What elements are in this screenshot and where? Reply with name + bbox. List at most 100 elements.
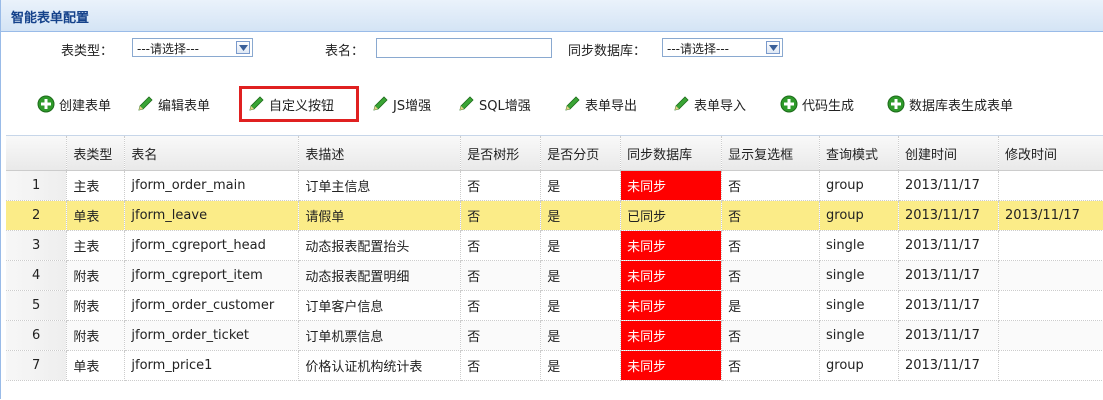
table-cell: 是 [721, 290, 821, 321]
table-cell: 2013/11/17 [898, 320, 999, 351]
table-cell: group [819, 350, 899, 381]
table-cell: 未同步 [620, 170, 723, 201]
table-name-input[interactable] [376, 38, 552, 58]
sync-db-select[interactable]: ---请选择--- [662, 38, 783, 57]
table-cell: jform_cgreport_item [124, 260, 300, 291]
column-header[interactable]: 是否分页 [540, 136, 622, 171]
table-cell: 是 [540, 200, 622, 231]
column-header[interactable]: 创建时间 [898, 136, 999, 171]
table-cell: 否 [460, 290, 542, 321]
table-cell: 主表 [66, 230, 126, 261]
table-row[interactable]: 7 单表 jform_price1 价格认证机构统计表否是未同步否 group 2013/… [6, 350, 1103, 381]
column-header[interactable]: 是否树形 [460, 136, 542, 171]
js-enhance-button[interactable]: JS增强 [371, 88, 431, 120]
plus-circle-icon [780, 95, 798, 113]
table-row[interactable]: 3 主表 jform_cgreport_head 动态报表配置抬头否是未同步否 sing… [6, 230, 1103, 261]
table-cell: 否 [721, 170, 821, 201]
table-row[interactable]: 1 主表 jform_order_main 订单主信息否是未同步否 group 2013/… [6, 170, 1103, 201]
table-cell: 否 [460, 320, 542, 351]
table-cell: 否 [460, 170, 542, 201]
table-row[interactable]: 2 单表 jform_leave 请假单否是已同步否 group 2013/11/17 20… [6, 200, 1103, 231]
table-cell: single [819, 320, 899, 351]
table-cell: 订单机票信息 [298, 320, 462, 351]
table-cell [998, 170, 1103, 201]
row-number: 7 [6, 350, 68, 381]
table-cell: jform_leave [124, 200, 300, 231]
chevron-down-icon[interactable] [236, 41, 250, 54]
table-cell: 2013/11/17 [898, 230, 999, 261]
table-cell: 是 [540, 320, 622, 351]
sync-db-value: ---请选择--- [667, 42, 729, 56]
table-cell: 2013/11/17 [898, 200, 999, 231]
edit-form-label: 编辑表单 [158, 98, 211, 114]
table-cell: group [819, 200, 899, 231]
table-cell: 未同步 [620, 320, 723, 351]
table-cell: 订单主信息 [298, 170, 462, 201]
table-cell: 附表 [66, 320, 126, 351]
db-to-form-label: 数据库表生成表单 [909, 98, 1014, 114]
table-body: 1 主表 jform_order_main 订单主信息否是未同步否 group 2013/… [6, 170, 1103, 381]
column-header[interactable]: 表名 [124, 136, 300, 171]
plus-circle-icon [37, 95, 55, 113]
table-cell: 附表 [66, 260, 126, 291]
form-import-label: 表单导入 [694, 98, 747, 114]
table-cell: 动态报表配置明细 [298, 260, 462, 291]
table-cell: 订单客户信息 [298, 290, 462, 321]
column-header[interactable]: 查询模式 [819, 136, 899, 171]
table-cell: 否 [460, 200, 542, 231]
table-cell: 否 [460, 260, 542, 291]
table-cell: 主表 [66, 170, 126, 201]
edit-form-button[interactable]: 编辑表单 [136, 88, 210, 120]
table-cell: 动态报表配置抬头 [298, 230, 462, 261]
table-row[interactable]: 4 附表 jform_cgreport_item 动态报表配置明细否是未同步否 sing… [6, 260, 1103, 291]
table-cell: 未同步 [620, 260, 723, 291]
pencil-icon [371, 95, 389, 113]
sql-enhance-label: SQL增强 [479, 98, 531, 114]
form-import-button[interactable]: 表单导入 [672, 88, 746, 120]
table-type-value: ---请选择--- [137, 42, 199, 56]
table-cell: jform_price1 [124, 350, 300, 381]
column-header[interactable] [6, 136, 68, 171]
column-header[interactable]: 同步数据库 [620, 136, 723, 171]
table-cell: 2013/11/17 [898, 290, 999, 321]
db-to-form-button[interactable]: 数据库表生成表单 [887, 88, 1013, 120]
table-cell: 否 [721, 230, 821, 261]
form-table: 表类型 表名 表描述 是否树形 是否分页 同步数据库 显示复选框 查询模式 创建… [6, 136, 1103, 381]
table-cell: single [819, 290, 899, 321]
table-cell [998, 230, 1103, 261]
create-form-label: 创建表单 [59, 98, 112, 114]
toolbar: 创建表单 编辑表单 自定义按钮 JS增强 SQL增强 表单导出 表单导入 代码生… [1, 88, 1103, 120]
code-generate-label: 代码生成 [802, 98, 855, 114]
chevron-down-icon[interactable] [766, 41, 780, 54]
table-type-label: 表类型： [61, 44, 114, 59]
table-cell: 2013/11/17 [898, 260, 999, 291]
table-cell: 单表 [66, 200, 126, 231]
pencil-icon [672, 95, 690, 113]
table-cell: 价格认证机构统计表 [298, 350, 462, 381]
table-cell: jform_cgreport_head [124, 230, 300, 261]
row-number: 6 [6, 320, 68, 351]
table-cell: single [819, 230, 899, 261]
row-number: 4 [6, 260, 68, 291]
table-row[interactable]: 5 附表 jform_order_customer 订单客户信息否是未同步是 singl… [6, 290, 1103, 321]
table-cell [998, 350, 1103, 381]
column-header[interactable]: 表类型 [66, 136, 126, 171]
form-export-button[interactable]: 表单导出 [563, 88, 637, 120]
column-header[interactable]: 修改时间 [998, 136, 1103, 171]
highlight-box [239, 86, 359, 122]
row-number: 1 [6, 170, 68, 201]
table-row[interactable]: 6 附表 jform_order_ticket 订单机票信息否是未同步否 single 2… [6, 320, 1103, 351]
column-header[interactable]: 显示复选框 [721, 136, 821, 171]
table-cell: jform_order_ticket [124, 320, 300, 351]
form-export-label: 表单导出 [585, 98, 638, 114]
table-cell: 是 [540, 170, 622, 201]
sql-enhance-button[interactable]: SQL增强 [457, 88, 531, 120]
table-cell: jform_order_main [124, 170, 300, 201]
table-cell: 未同步 [620, 290, 723, 321]
create-form-button[interactable]: 创建表单 [37, 88, 111, 120]
column-header[interactable]: 表描述 [298, 136, 462, 171]
table-type-select[interactable]: ---请选择--- [132, 38, 253, 57]
table-cell [998, 290, 1103, 321]
table-cell: 未同步 [620, 350, 723, 381]
code-generate-button[interactable]: 代码生成 [780, 88, 854, 120]
